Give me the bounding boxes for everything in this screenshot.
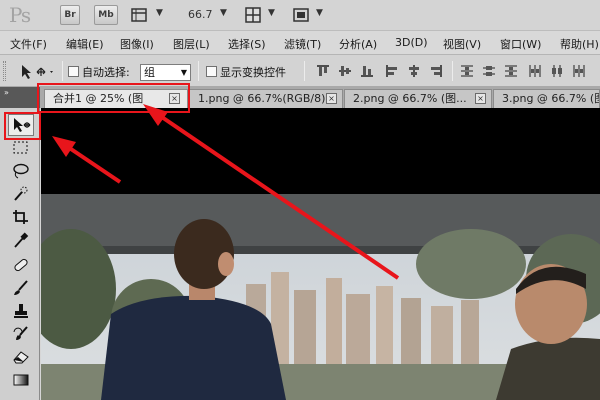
bridge-button[interactable]: Br <box>60 5 80 25</box>
brush-icon <box>14 280 28 295</box>
chevron-down-icon: ▼ <box>180 68 187 77</box>
tab-label: 3.png @ 66.7% (图... <box>502 92 599 105</box>
lasso-tool[interactable] <box>8 161 34 183</box>
marquee-tool[interactable] <box>8 138 34 160</box>
eraser-tool[interactable] <box>8 347 34 369</box>
menu-layer[interactable]: 图层(L) <box>173 36 210 52</box>
bandage-icon <box>14 258 28 272</box>
distribute-horizontal-centers-icon[interactable] <box>550 64 564 78</box>
arrange-documents-icon <box>245 7 261 23</box>
history-brush-tool[interactable] <box>8 324 34 346</box>
menu-bar: 文件(F) 编辑(E) 图像(I) 图层(L) 选择(S) 滤镜(T) 分析(A… <box>0 31 600 55</box>
separator <box>62 61 63 81</box>
chevron-down-icon[interactable]: ▼ <box>316 8 323 18</box>
arrange-documents-button[interactable] <box>244 6 264 24</box>
history-brush-icon <box>13 326 28 340</box>
chevron-down-icon[interactable]: ▼ <box>156 8 163 18</box>
tools-panel-header[interactable]: » <box>0 87 40 108</box>
crop-tool[interactable] <box>8 207 34 229</box>
align-horizontal-centers-icon[interactable] <box>407 64 421 78</box>
distribute-right-edges-icon[interactable] <box>572 64 586 78</box>
spot-healing-tool[interactable] <box>8 255 34 277</box>
show-transform-checkbox[interactable] <box>206 66 217 77</box>
tab-3png[interactable]: 3.png @ 66.7% (图... <box>493 89 600 108</box>
auto-select-checkbox[interactable] <box>68 66 79 77</box>
tools-panel <box>0 108 40 400</box>
auto-select-value: 组 <box>144 66 155 79</box>
eyedropper-icon <box>14 232 29 248</box>
close-icon[interactable]: × <box>475 93 486 104</box>
distribute-top-edges-icon[interactable] <box>460 64 474 78</box>
menu-view[interactable]: 视图(V) <box>443 36 481 52</box>
tab-label: 2.png @ 66.7% (图... <box>353 92 467 105</box>
chevron-down-icon[interactable]: ▼ <box>220 8 227 18</box>
align-top-edges-icon[interactable] <box>316 64 330 78</box>
menu-file[interactable]: 文件(F) <box>10 36 47 52</box>
tab-2png[interactable]: 2.png @ 66.7% (图... × <box>344 89 492 108</box>
menu-edit[interactable]: 编辑(E) <box>66 36 104 52</box>
auto-select-dropdown[interactable]: 组 ▼ <box>140 64 191 81</box>
menu-help[interactable]: 帮助(H) <box>560 36 599 52</box>
document-canvas[interactable] <box>41 108 600 400</box>
separator <box>304 61 305 81</box>
mini-bridge-button[interactable]: Mb <box>94 5 118 25</box>
close-icon[interactable]: × <box>326 93 337 104</box>
screen-mode-icon <box>293 8 309 22</box>
separator <box>452 61 453 81</box>
menu-image[interactable]: 图像(I) <box>120 36 154 52</box>
tab-1png[interactable]: 1.png @ 66.7%(RGB/8) × <box>189 89 343 108</box>
align-bottom-edges-icon[interactable] <box>360 64 374 78</box>
distribute-vertical-centers-icon[interactable] <box>482 64 496 78</box>
chevron-down-icon[interactable]: ▼ <box>268 8 275 18</box>
screen-mode-button[interactable] <box>292 6 312 24</box>
distribute-bottom-edges-icon[interactable] <box>504 64 518 78</box>
photoshop-logo: Ps <box>9 3 31 27</box>
menu-3d[interactable]: 3D(D) <box>395 36 428 49</box>
lasso-icon <box>13 163 29 179</box>
clone-stamp-tool[interactable] <box>8 301 34 323</box>
move-tool-highlight-box <box>4 112 41 140</box>
align-right-edges-icon[interactable] <box>429 64 443 78</box>
photoshop-window: Ps Br Mb ▼ 66.7 ▼ ▼ ▼ 文件(F) 编辑(E) 图像(I) … <box>0 0 600 400</box>
application-bar: Ps Br Mb ▼ 66.7 ▼ ▼ ▼ <box>0 0 600 31</box>
crop-icon <box>13 210 28 224</box>
quick-selection-icon <box>14 186 28 201</box>
gradient-tool[interactable] <box>8 370 34 392</box>
menu-filter[interactable]: 滤镜(T) <box>284 36 321 52</box>
tab-label: 1.png @ 66.7%(RGB/8) <box>198 92 326 105</box>
align-vertical-centers-icon[interactable] <box>338 64 352 78</box>
distribute-left-edges-icon[interactable] <box>528 64 542 78</box>
menu-select[interactable]: 选择(S) <box>228 36 266 52</box>
view-extras-icon <box>131 8 147 22</box>
show-transform-label: 显示变换控件 <box>220 66 286 79</box>
options-bar-grip[interactable] <box>3 61 6 81</box>
view-extras-button[interactable] <box>130 6 152 24</box>
photo-image <box>41 194 600 400</box>
brush-tool[interactable] <box>8 278 34 300</box>
zoom-level[interactable]: 66.7 <box>188 8 213 21</box>
eyedropper-tool[interactable] <box>8 230 34 252</box>
marquee-icon <box>13 141 28 154</box>
align-left-edges-icon[interactable] <box>385 64 399 78</box>
tool-preset-picker[interactable] <box>20 63 56 81</box>
move-tool-icon <box>22 65 53 79</box>
stamp-icon <box>14 304 28 318</box>
separator <box>198 61 199 81</box>
gradient-icon <box>13 374 29 386</box>
menu-analysis[interactable]: 分析(A) <box>339 36 377 52</box>
quick-selection-tool[interactable] <box>8 184 34 206</box>
collapse-panel-icon[interactable]: » <box>4 88 9 97</box>
tab-highlight-box <box>37 83 190 113</box>
auto-select-label: 自动选择: <box>82 66 130 79</box>
eraser-icon <box>13 351 29 364</box>
menu-window[interactable]: 窗口(W) <box>500 36 541 52</box>
